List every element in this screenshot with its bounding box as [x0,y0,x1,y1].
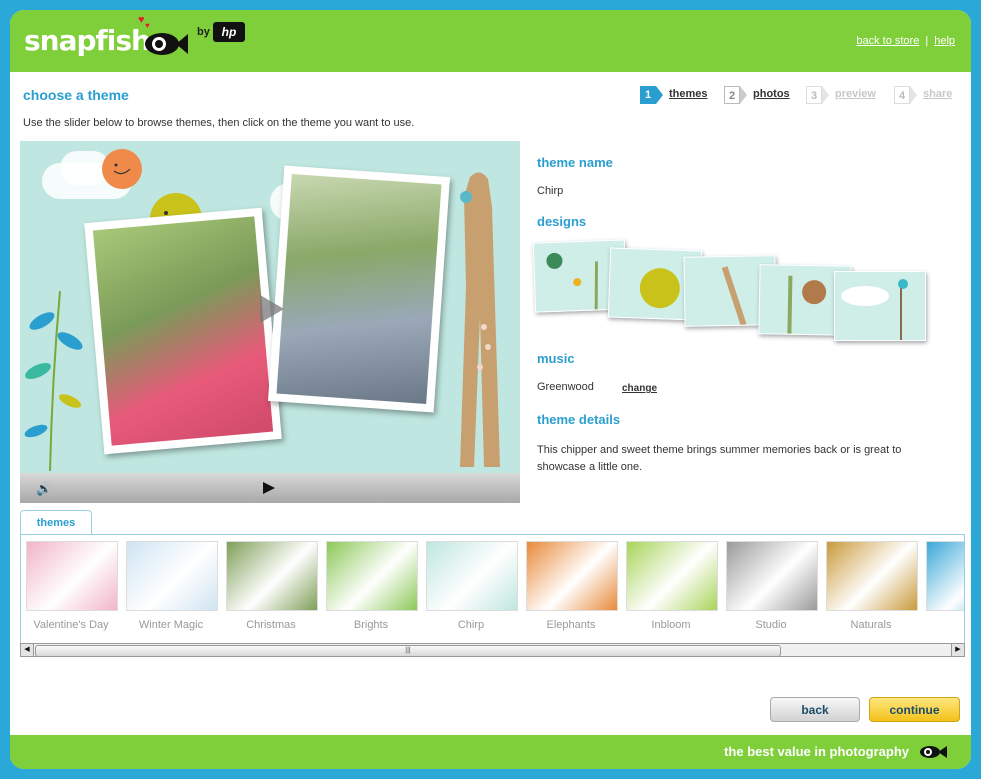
overlay-play-icon[interactable] [260,295,284,323]
theme-thumbnail-label: Inbloom [651,619,691,631]
theme-thumbnail-image [926,541,964,611]
theme-thumbnail-label: Elephants [546,619,596,631]
step-arrow-icon [910,86,917,104]
snapfish-logo[interactable]: snapfish [24,24,151,57]
fish-eye-icon [145,33,188,55]
step-number: 3 [806,86,822,104]
step-arrow-icon [822,86,829,104]
theme-thumbnail-label: Studio [755,619,787,631]
theme-name-heading: theme name [537,155,613,170]
theme-thumbnail-label: Chirp [457,619,485,631]
photo-image [92,216,274,446]
giraffe-graphic [460,172,500,468]
theme-thumbnail-image [526,541,618,611]
instructions-text: Use the slider below to browse themes, t… [23,117,415,129]
orange-bird-icon [102,149,142,189]
logo-text: snapfish [24,24,151,57]
page-title: choose a theme [23,87,129,103]
step-arrow-icon [656,86,663,104]
theme-scrollbar[interactable]: ◀ ||| ▶ [20,643,965,657]
step-number: 2 [724,86,740,104]
theme-thumbnail-image [626,541,718,611]
scroll-right-icon[interactable]: ▶ [951,644,964,656]
preview-photo-girl [84,207,282,455]
hp-logo: hp [213,22,245,42]
preview-photo-boy [267,165,451,413]
change-music-link[interactable]: change [622,383,657,394]
tab-themes[interactable]: themes [20,510,92,535]
theme-thumbnail-label: Valentine's Day [33,619,109,631]
back-to-store-link[interactable]: back to store [856,35,919,47]
theme-thumbnail-image [826,541,918,611]
theme-carousel: Valentine's Day Winter Magic Christmas Brig… [20,534,965,646]
theme-thumbnail-label: Naturals [850,619,892,631]
scroll-left-icon[interactable]: ◀ [21,644,34,656]
help-link[interactable]: help [934,35,955,47]
preview-stage[interactable] [20,141,520,473]
play-icon[interactable] [263,482,275,494]
music-value: Greenwood [537,381,594,393]
app-frame: snapfish ♥ ♥ by hp back to store | help ch… [10,10,971,769]
theme-thumbnail-label: Brights [353,619,389,631]
theme-thumbnail-label: Winter Magic [138,619,204,631]
footer-tagline: the best value in photography [724,744,909,759]
heart-icon: ♥ [138,14,145,26]
scrollbar-thumb[interactable]: ||| [35,645,781,657]
step-label: themes [669,88,708,100]
music-heading: music [537,351,575,366]
theme-thumbnail-image [326,541,418,611]
heart-icon-small: ♥ [145,21,150,30]
photo-image [276,174,442,404]
step-number: 4 [894,86,910,104]
fish-eye-icon [920,746,947,758]
designs-heading: designs [537,214,587,229]
volume-icon[interactable]: 🔊 [36,481,52,497]
back-button[interactable]: back [770,697,860,722]
theme-thumbnail-label: Ro [921,619,965,631]
step-label: photos [753,88,790,100]
by-label: by [197,26,210,38]
top-links: back to store | help [856,35,955,47]
theme-details-text: This chipper and sweet theme brings summ… [537,444,902,473]
step-arrow-icon [740,86,747,104]
link-separator: | [925,35,929,47]
theme-thumbnail-image [726,541,818,611]
theme-thumbnail-image [26,541,118,611]
design-card [834,271,926,341]
theme-thumbnail-image [126,541,218,611]
leaf-plant-graphic [24,290,83,471]
theme-name-value: Chirp [537,185,564,197]
step-number: 1 [640,86,656,104]
step-label: share [923,88,953,100]
step-label: preview [835,88,876,100]
theme-thumbnail-label: Christmas [246,619,296,631]
design-thumb-image [841,279,908,340]
theme-details-heading: theme details [537,412,621,427]
player-controls: 🔊 [20,473,520,503]
theme-preview-player[interactable]: 🔊 [20,141,520,503]
theme-thumbnail-image [426,541,518,611]
footer: the best value in photography [10,735,971,769]
header: snapfish ♥ ♥ by hp back to store | help [10,10,971,72]
continue-button[interactable]: continue [869,697,960,722]
theme-thumbnail-image [226,541,318,611]
